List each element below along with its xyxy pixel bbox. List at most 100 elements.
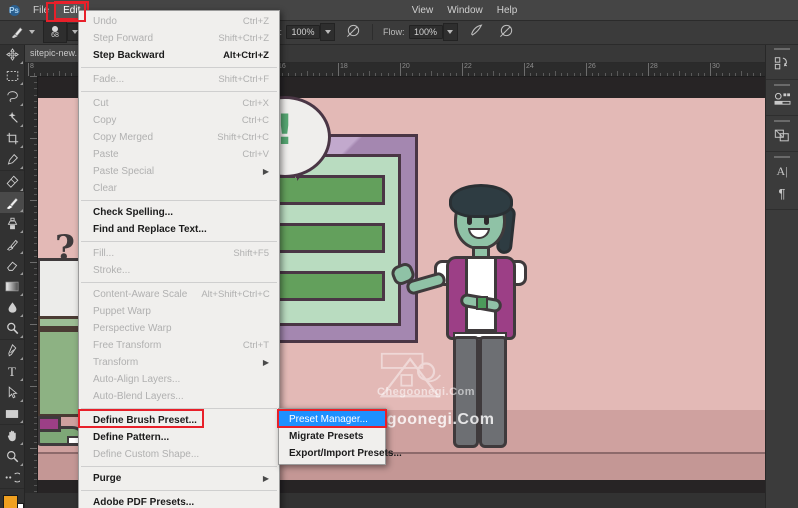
blur-tool[interactable] [0, 297, 24, 318]
spot-healing-brush-tool[interactable] [0, 171, 24, 192]
submenu-item-preset-manager[interactable]: Preset Manager... [279, 411, 385, 428]
ruler-minor-tick [325, 73, 327, 76]
menu-item-undo[interactable]: Undo Ctrl+Z [79, 13, 279, 30]
quick-selection-tool[interactable] [0, 107, 24, 128]
menu-item-content-aware-scale[interactable]: Content-Aware Scale Alt+Shift+Ctrl+C [79, 286, 279, 303]
brush-preset-chevron-icon[interactable] [29, 30, 35, 34]
type-panels-group[interactable]: A| ¶ [766, 152, 798, 210]
menu-view[interactable]: View [405, 3, 441, 18]
path-selection-tool[interactable] [0, 382, 24, 403]
menu-item-define-brush-preset[interactable]: Define Brush Preset... [79, 412, 279, 429]
opacity-pressure-icon[interactable] [341, 23, 366, 41]
menu-item-paste[interactable]: Paste Ctrl+V [79, 146, 279, 163]
menu-item-auto-blend-layers[interactable]: Auto-Blend Layers... [79, 388, 279, 405]
history-panel-icon[interactable] [766, 52, 798, 74]
flow-dropdown-chevron[interactable] [442, 23, 458, 41]
brush-tool-icon[interactable] [6, 23, 26, 41]
history-panel-group[interactable] [766, 44, 798, 80]
menu-separator [81, 241, 277, 242]
gradient-tool[interactable] [0, 276, 24, 297]
pen-tool[interactable] [0, 340, 24, 361]
ruler-minor-tick [455, 73, 457, 76]
menu-item-copy[interactable]: Copy Ctrl+C [79, 112, 279, 129]
ruler-tick [34, 156, 37, 158]
menu-item-fade[interactable]: Fade... Shift+Ctrl+F [79, 71, 279, 88]
ruler-minor-tick [555, 71, 556, 76]
menu-item-clear[interactable]: Clear [79, 180, 279, 197]
ruler-tick [34, 169, 37, 170]
layers-panel-icon[interactable] [766, 124, 798, 146]
menu-item-free-transform[interactable]: Free Transform Ctrl+T [79, 337, 279, 354]
presets-submenu[interactable]: Preset Manager... Migrate Presets Export/I… [278, 408, 402, 465]
ruler-minor-tick [635, 73, 637, 76]
menu-item-adobe-pdf-presets[interactable]: Adobe PDF Presets... [79, 494, 279, 508]
menu-item-define-pattern[interactable]: Define Pattern... [79, 429, 279, 446]
eyedropper-tool[interactable] [0, 149, 24, 170]
menu-item-define-custom-shape[interactable]: Define Custom Shape... [79, 446, 279, 463]
move-tool[interactable] [0, 44, 24, 65]
brush-size-preview[interactable]: 68 [43, 21, 67, 43]
rectangular-marquee-tool[interactable] [0, 65, 24, 86]
airbrush-icon[interactable] [464, 23, 490, 41]
submenu-item-migrate-presets[interactable]: Migrate Presets [279, 428, 385, 445]
dodge-tool[interactable] [0, 318, 24, 339]
flow-value[interactable]: 100% [408, 25, 443, 39]
color-swatches[interactable] [0, 493, 24, 508]
brush-tool[interactable] [0, 192, 24, 213]
menu-item-copy-merged[interactable]: Copy Merged Shift+Ctrl+C [79, 129, 279, 146]
edit-toolbar-button[interactable] [0, 467, 24, 488]
ruler-tick [34, 342, 37, 344]
tablet-pressure-icon[interactable] [494, 23, 519, 41]
menu-item-step-forward[interactable]: Step Forward Shift+Ctrl+Z [79, 30, 279, 47]
paragraph-panel-icon[interactable]: ¶ [766, 182, 798, 204]
layers-panel-group[interactable] [766, 116, 798, 152]
eraser-tool[interactable] [0, 255, 24, 276]
ruler-tick [30, 200, 37, 201]
menu-help[interactable]: Help [490, 3, 525, 18]
edit-dropdown-menu[interactable]: Undo Ctrl+Z Step Forward Shift+Ctrl+Z Step B… [78, 10, 280, 508]
character-panel-icon[interactable]: A| [766, 160, 798, 182]
menu-item-stroke[interactable]: Stroke... [79, 262, 279, 279]
ruler-tick [34, 237, 37, 239]
horizontal-type-tool[interactable]: T [0, 361, 24, 382]
clone-stamp-tool[interactable] [0, 213, 24, 234]
ruler-tick [34, 212, 37, 214]
menu-file[interactable]: File [26, 3, 56, 18]
vertical-ruler[interactable] [24, 76, 38, 493]
ruler-tick [34, 94, 37, 96]
ruler-tick [34, 218, 37, 220]
history-brush-tool[interactable] [0, 234, 24, 255]
menu-item-label: Define Brush Preset... [93, 415, 197, 426]
hand-tool[interactable] [0, 425, 24, 446]
menu-item-fill[interactable]: Fill... Shift+F5 [79, 245, 279, 262]
menu-item-cut[interactable]: Cut Ctrl+X [79, 95, 279, 112]
brush-size-value: 68 [51, 31, 59, 39]
menu-item-label: Auto-Blend Layers... [93, 391, 184, 402]
zoom-tool[interactable] [0, 446, 24, 467]
menu-item-transform[interactable]: Transform ▶ [79, 354, 279, 371]
menu-item-label: Copy [93, 115, 117, 126]
ruler-minor-tick [610, 73, 612, 76]
menu-item-puppet-warp[interactable]: Puppet Warp [79, 303, 279, 320]
menu-item-check-spelling[interactable]: Check Spelling... [79, 204, 279, 221]
ruler-minor-tick [548, 73, 550, 76]
lasso-tool[interactable] [0, 86, 24, 107]
menu-window[interactable]: Window [440, 3, 490, 18]
menu-item-label: Clear [93, 183, 117, 194]
submenu-item-export-import-presets[interactable]: Export/Import Presets... [279, 445, 402, 462]
menu-item-perspective-warp[interactable]: Perspective Warp [79, 320, 279, 337]
opacity-dropdown-chevron[interactable] [320, 23, 336, 41]
menu-item-step-backward[interactable]: Step Backward Alt+Ctrl+Z [79, 47, 279, 64]
menu-item-find-and-replace-text[interactable]: Find and Replace Text... [79, 221, 279, 238]
foreground-color-swatch[interactable] [3, 495, 18, 508]
adjustments-panel-group[interactable] [766, 80, 798, 116]
opacity-value[interactable]: 100% [286, 25, 321, 39]
menu-item-paste-special[interactable]: Paste Special ▶ [79, 163, 279, 180]
menu-item-purge[interactable]: Purge ▶ [79, 470, 279, 487]
menu-item-auto-align-layers[interactable]: Auto-Align Layers... [79, 371, 279, 388]
ruler-tick [34, 417, 37, 418]
adjustments-panel-icon[interactable] [766, 88, 798, 110]
crop-tool[interactable] [0, 128, 24, 149]
ruler-minor-tick [46, 73, 48, 76]
rectangle-tool[interactable] [0, 403, 24, 424]
